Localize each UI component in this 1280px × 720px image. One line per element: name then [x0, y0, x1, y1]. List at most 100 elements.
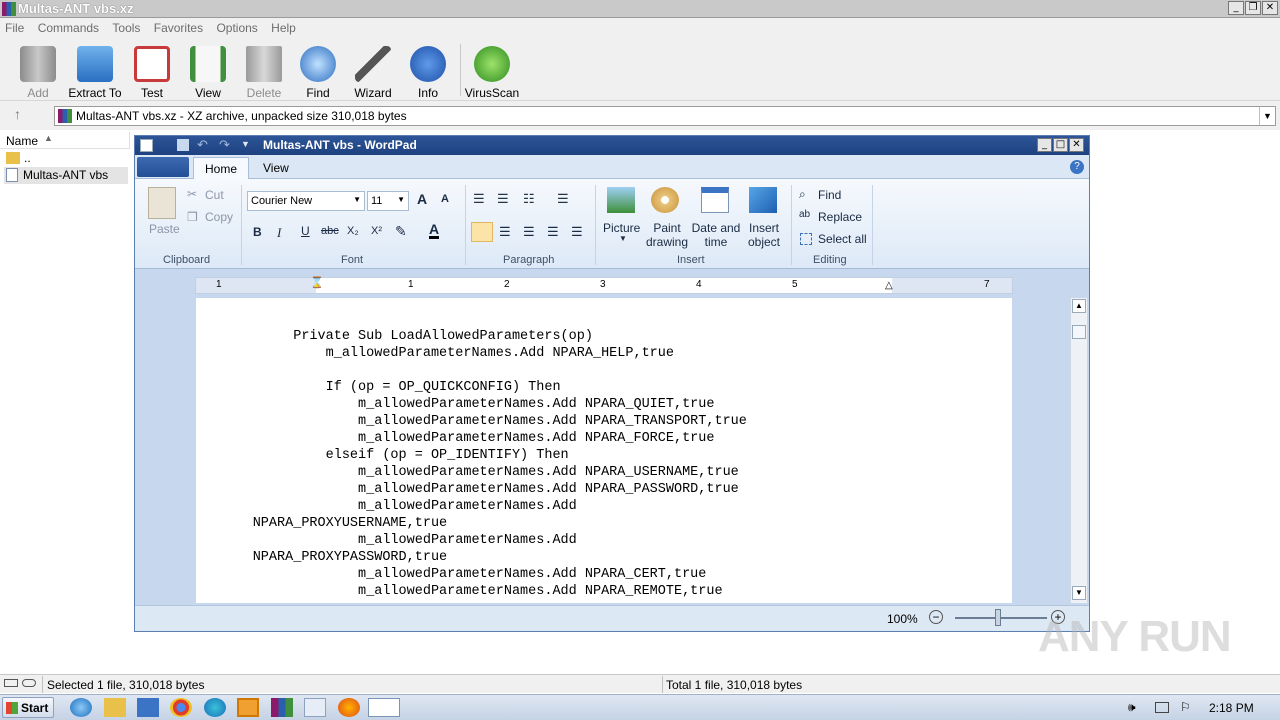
redo-icon[interactable]: ↷: [219, 137, 230, 153]
name-column-header[interactable]: Name ▲: [0, 132, 130, 149]
start-button[interactable]: Start: [2, 697, 54, 718]
right-indent-marker-icon[interactable]: △: [885, 280, 893, 291]
date-time-button[interactable]: Date and time: [690, 221, 742, 249]
align-right-icon[interactable]: ☰: [523, 224, 535, 240]
quick-access-dropdown-icon[interactable]: ▼: [241, 139, 250, 149]
zoom-slider-thumb[interactable]: [995, 609, 1001, 626]
maximize-button[interactable]: ❐: [1245, 1, 1261, 15]
zoom-slider[interactable]: [955, 617, 1047, 619]
scrollbar-thumb[interactable]: [1072, 325, 1086, 339]
line-spacing-icon[interactable]: ☰: [557, 191, 569, 207]
virusscan-button[interactable]: VirusScan: [462, 46, 522, 100]
tab-view[interactable]: View: [263, 161, 289, 175]
grow-font-icon[interactable]: A: [417, 191, 427, 207]
bold-icon[interactable]: B: [253, 225, 262, 239]
scroll-down-arrow[interactable]: ▼: [1072, 586, 1086, 600]
replace-button[interactable]: Replace: [818, 210, 862, 224]
bullets-icon[interactable]: ☷: [523, 191, 535, 207]
help-icon[interactable]: ?: [1070, 160, 1084, 174]
list-item[interactable]: ..: [4, 150, 128, 167]
wordpad-taskbar-icon[interactable]: [368, 698, 400, 717]
subscript-icon[interactable]: X₂: [347, 225, 359, 237]
network-icon[interactable]: [1155, 702, 1169, 713]
tab-home[interactable]: Home: [193, 157, 249, 180]
align-center-icon[interactable]: ☰: [499, 224, 511, 240]
menu-tools[interactable]: Tools: [107, 18, 145, 35]
wordpad-maximize-button[interactable]: □: [1053, 138, 1068, 152]
chrome-icon[interactable]: [170, 698, 192, 717]
font-size-select[interactable]: 11 ▼: [367, 191, 409, 211]
document-text[interactable]: Private Sub LoadAllowedParameters(op) m_…: [196, 328, 747, 600]
copy-icon: ❐: [187, 210, 198, 224]
align-left-icon[interactable]: [471, 222, 493, 242]
clipboard-check-icon: [134, 46, 170, 82]
indent-marker-icon[interactable]: ⌛: [310, 276, 324, 289]
folder-extract-icon: [77, 46, 113, 82]
internet-explorer-icon[interactable]: [70, 698, 92, 717]
picture-button[interactable]: Picture: [603, 221, 640, 235]
winrar-taskbar-icon[interactable]: [271, 698, 293, 717]
wordpad-minimize-button[interactable]: _: [1037, 138, 1052, 152]
find-text-button[interactable]: Find: [818, 188, 841, 202]
font-family-select[interactable]: Courier New ▼: [247, 191, 365, 211]
paint-drawing-button[interactable]: Paint drawing: [645, 221, 689, 249]
decrease-indent-icon[interactable]: ☰: [473, 191, 485, 207]
edge-icon[interactable]: [204, 698, 226, 717]
cut-button[interactable]: Cut: [205, 188, 224, 202]
view-button[interactable]: View: [178, 46, 238, 100]
select-all-button[interactable]: Select all: [818, 232, 867, 246]
menu-favorites[interactable]: Favorites: [149, 18, 208, 35]
scroll-up-arrow[interactable]: ▲: [1072, 299, 1086, 313]
menu-commands[interactable]: Commands: [33, 18, 104, 35]
document-page[interactable]: Private Sub LoadAllowedParameters(op) m_…: [196, 298, 1012, 603]
list-item[interactable]: Multas-ANT vbs: [4, 167, 128, 184]
justify-icon[interactable]: ☰: [547, 224, 559, 240]
add-button[interactable]: Add: [8, 46, 68, 100]
strikethrough-icon[interactable]: abc: [321, 225, 339, 237]
clock[interactable]: 2:18 PM: [1209, 701, 1254, 715]
font-color-icon[interactable]: A: [429, 222, 440, 239]
wordpad-close-button[interactable]: ✕: [1069, 138, 1084, 152]
extract-to-button[interactable]: Extract To: [65, 46, 125, 100]
undo-icon[interactable]: ↶: [197, 137, 208, 153]
wizard-button[interactable]: Wizard: [343, 46, 403, 100]
delete-button[interactable]: Delete: [234, 46, 294, 100]
highlight-icon[interactable]: ✎: [395, 223, 407, 240]
speaker-icon[interactable]: 🕪: [1128, 700, 1136, 715]
media-player-icon[interactable]: [137, 698, 159, 717]
vertical-scrollbar[interactable]: ▲ ▼: [1070, 298, 1087, 603]
application-menu-button[interactable]: [137, 157, 189, 177]
zoom-out-icon[interactable]: −: [929, 610, 943, 624]
test-button[interactable]: Test: [122, 46, 182, 100]
italic-icon[interactable]: I: [277, 225, 281, 241]
copy-button[interactable]: Copy: [205, 210, 233, 224]
key-icon: [22, 679, 36, 687]
menu-help[interactable]: Help: [266, 18, 301, 35]
flag-icon[interactable]: ⚐: [1180, 700, 1191, 714]
address-field[interactable]: Multas-ANT vbs.xz - XZ archive, unpacked…: [54, 106, 1276, 126]
shrink-font-icon[interactable]: A: [441, 193, 449, 205]
menu-options[interactable]: Options: [211, 18, 262, 35]
virusscan-label: VirusScan: [464, 86, 520, 100]
start-label: Start: [21, 701, 49, 715]
save-icon[interactable]: [177, 139, 189, 151]
superscript-icon[interactable]: X²: [371, 225, 382, 237]
close-button[interactable]: ✕: [1262, 1, 1278, 15]
underline-icon[interactable]: U: [301, 224, 310, 238]
insert-object-button[interactable]: Insert object: [743, 221, 785, 249]
find-button[interactable]: Find: [288, 46, 348, 100]
paste-button[interactable]: Paste: [149, 222, 180, 236]
toolbar-separator: [460, 44, 461, 96]
office-icon[interactable]: [237, 698, 259, 717]
info-button[interactable]: Info: [398, 46, 458, 100]
up-arrow-icon[interactable]: ↑: [14, 106, 21, 122]
paragraph-settings-icon[interactable]: ☰: [571, 224, 583, 240]
chevron-down-icon[interactable]: ▼: [1259, 107, 1275, 125]
notepad-icon[interactable]: [304, 698, 326, 717]
file-explorer-icon[interactable]: [104, 698, 126, 717]
menu-file[interactable]: File: [0, 18, 29, 35]
minimize-button[interactable]: _: [1228, 1, 1244, 15]
winrar-app-icon: [2, 2, 16, 16]
increase-indent-icon[interactable]: ☰: [497, 191, 509, 207]
firefox-icon[interactable]: [338, 698, 360, 717]
